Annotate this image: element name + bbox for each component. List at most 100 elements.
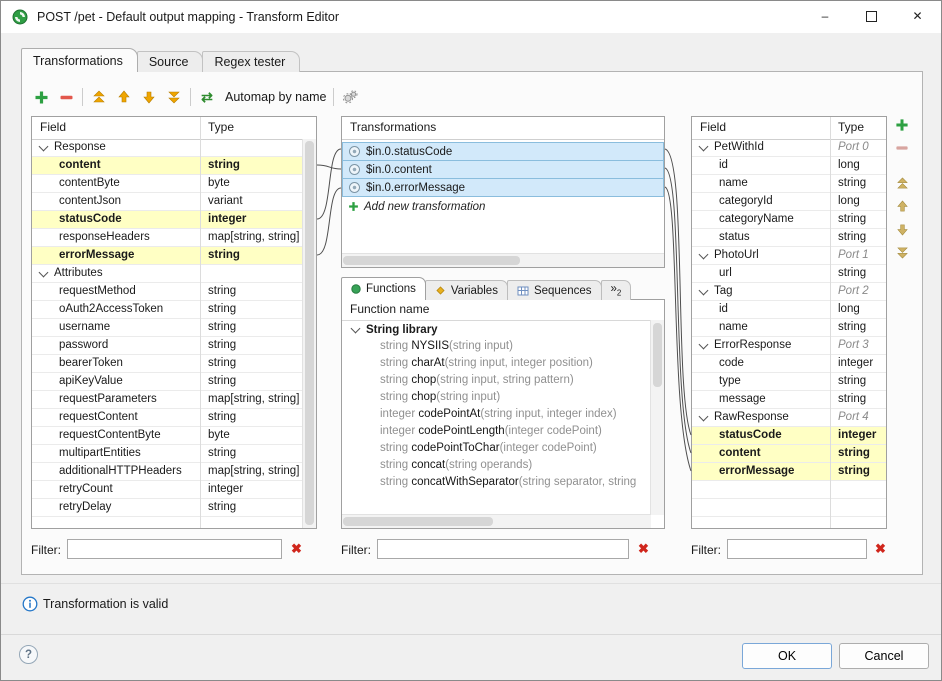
automap-label[interactable]: Automap by name: [225, 90, 326, 104]
horizontal-scrollbar[interactable]: [342, 514, 651, 528]
chevron-down-icon[interactable]: [351, 324, 361, 334]
field-row[interactable]: requestMethodstring: [32, 283, 303, 301]
tab-sequences[interactable]: Sequences: [507, 280, 602, 300]
functions-filter-field[interactable]: [377, 539, 629, 559]
vertical-scrollbar[interactable]: [302, 139, 316, 528]
field-row[interactable]: typestring: [692, 373, 886, 391]
automap-button[interactable]: ⇄: [198, 88, 216, 106]
field-row[interactable]: codeinteger: [692, 355, 886, 373]
field-row[interactable]: requestParametersmap[string, string]: [32, 391, 303, 409]
remove-output-field-button[interactable]: [893, 139, 911, 157]
transformation-row[interactable]: $in.0.statusCode: [342, 142, 664, 161]
field-row[interactable]: statusstring: [692, 229, 886, 247]
field-row[interactable]: oAuth2AccessTokenstring: [32, 301, 303, 319]
move-field-top-button[interactable]: [893, 174, 911, 192]
chevron-down-icon[interactable]: [699, 286, 709, 296]
chevron-down-icon[interactable]: [699, 142, 709, 152]
tab-overflow[interactable]: »2: [601, 280, 632, 300]
move-field-up-button[interactable]: [893, 197, 911, 215]
function-row[interactable]: string concatWithSeparator(string separa…: [342, 474, 651, 491]
field-row[interactable]: contentstring: [692, 445, 886, 463]
field-group-row[interactable]: PhotoUrlPort 1: [692, 247, 886, 265]
input-filter-field[interactable]: [67, 539, 282, 559]
field-row[interactable]: contentJsonvariant: [32, 193, 303, 211]
move-top-button[interactable]: [90, 88, 108, 106]
field-row[interactable]: requestContentstring: [32, 409, 303, 427]
chevron-down-icon[interactable]: [699, 412, 709, 422]
tab-transformations[interactable]: Transformations: [21, 48, 138, 72]
field-group-row[interactable]: ErrorResponsePort 3: [692, 337, 886, 355]
move-field-bottom-button[interactable]: [893, 243, 911, 261]
cancel-button[interactable]: Cancel: [839, 643, 929, 669]
close-button[interactable]: ✕: [894, 1, 941, 33]
move-bottom-button[interactable]: [165, 88, 183, 106]
scrollbar-thumb[interactable]: [343, 256, 520, 265]
scrollbar-thumb[interactable]: [343, 517, 493, 526]
clear-filter-button[interactable]: ✖: [638, 539, 649, 559]
minimize-button[interactable]: –: [802, 1, 848, 33]
field-group-row[interactable]: PetWithIdPort 0: [692, 139, 886, 157]
field-row[interactable]: responseHeadersmap[string, string]: [32, 229, 303, 247]
field-row[interactable]: categoryNamestring: [692, 211, 886, 229]
ok-button[interactable]: OK: [742, 643, 832, 669]
clear-filter-button[interactable]: ✖: [875, 539, 886, 559]
field-row[interactable]: additionalHTTPHeadersmap[string, string]: [32, 463, 303, 481]
field-row[interactable]: bearerTokenstring: [32, 355, 303, 373]
field-row[interactable]: contentBytebyte: [32, 175, 303, 193]
function-row[interactable]: string NYSIIS(string input): [342, 338, 651, 355]
field-row[interactable]: retryCountinteger: [32, 481, 303, 499]
add-output-field-button[interactable]: [893, 116, 911, 134]
field-row[interactable]: requestContentBytebyte: [32, 427, 303, 445]
field-group-row[interactable]: TagPort 2: [692, 283, 886, 301]
field-row[interactable]: usernamestring: [32, 319, 303, 337]
function-row[interactable]: string charAt(string input, integer posi…: [342, 355, 651, 372]
move-field-down-button[interactable]: [893, 220, 911, 238]
field-group-row[interactable]: RawResponsePort 4: [692, 409, 886, 427]
horizontal-scrollbar[interactable]: [342, 253, 664, 267]
add-new-transformation[interactable]: Add new transformation: [342, 197, 664, 216]
chevron-down-icon[interactable]: [699, 250, 709, 260]
move-up-button[interactable]: [115, 88, 133, 106]
chevron-down-icon[interactable]: [39, 268, 49, 278]
help-button[interactable]: ?: [19, 645, 38, 664]
field-row[interactable]: passwordstring: [32, 337, 303, 355]
field-row[interactable]: statusCodeinteger: [32, 211, 303, 229]
field-row[interactable]: categoryIdlong: [692, 193, 886, 211]
mapping-settings-button[interactable]: [341, 88, 359, 106]
field-row[interactable]: idlong: [692, 157, 886, 175]
field-row[interactable]: idlong: [692, 301, 886, 319]
function-row[interactable]: integer codePointLength(integer codePoin…: [342, 423, 651, 440]
field-row[interactable]: errorMessagestring: [692, 463, 886, 481]
function-row[interactable]: string concat(string operands): [342, 457, 651, 474]
tab-variables[interactable]: Variables: [425, 280, 508, 300]
chevron-down-icon[interactable]: [39, 142, 49, 152]
add-transformation-button[interactable]: [32, 88, 50, 106]
field-row[interactable]: statusCodeinteger: [692, 427, 886, 445]
remove-transformation-button[interactable]: [57, 88, 75, 106]
function-row[interactable]: integer codePointAt(string input, intege…: [342, 406, 651, 423]
scrollbar-thumb[interactable]: [653, 323, 662, 387]
tab-regex-tester[interactable]: Regex tester: [202, 51, 300, 72]
field-row[interactable]: contentstring: [32, 157, 303, 175]
function-row[interactable]: string codePointToChar(integer codePoint…: [342, 440, 651, 457]
transformation-row[interactable]: $in.0.errorMessage: [342, 178, 664, 197]
field-row[interactable]: namestring: [692, 319, 886, 337]
function-row[interactable]: string chop(string input): [342, 389, 651, 406]
chevron-down-icon[interactable]: [699, 340, 709, 350]
field-group-row[interactable]: Attributes: [32, 265, 303, 283]
output-filter-field[interactable]: [727, 539, 867, 559]
field-row[interactable]: retryDelaystring: [32, 499, 303, 517]
transformation-row[interactable]: $in.0.content: [342, 160, 664, 179]
field-row[interactable]: messagestring: [692, 391, 886, 409]
vertical-scrollbar[interactable]: [650, 320, 664, 515]
field-row[interactable]: namestring: [692, 175, 886, 193]
maximize-button[interactable]: [848, 1, 894, 33]
clear-filter-button[interactable]: ✖: [291, 539, 302, 559]
tab-source[interactable]: Source: [137, 51, 204, 72]
move-down-button[interactable]: [140, 88, 158, 106]
scrollbar-thumb[interactable]: [305, 141, 314, 525]
field-row[interactable]: apiKeyValuestring: [32, 373, 303, 391]
field-group-row[interactable]: Response: [32, 139, 303, 157]
function-row[interactable]: string chop(string input, string pattern…: [342, 372, 651, 389]
function-library-group[interactable]: String library: [342, 321, 664, 338]
